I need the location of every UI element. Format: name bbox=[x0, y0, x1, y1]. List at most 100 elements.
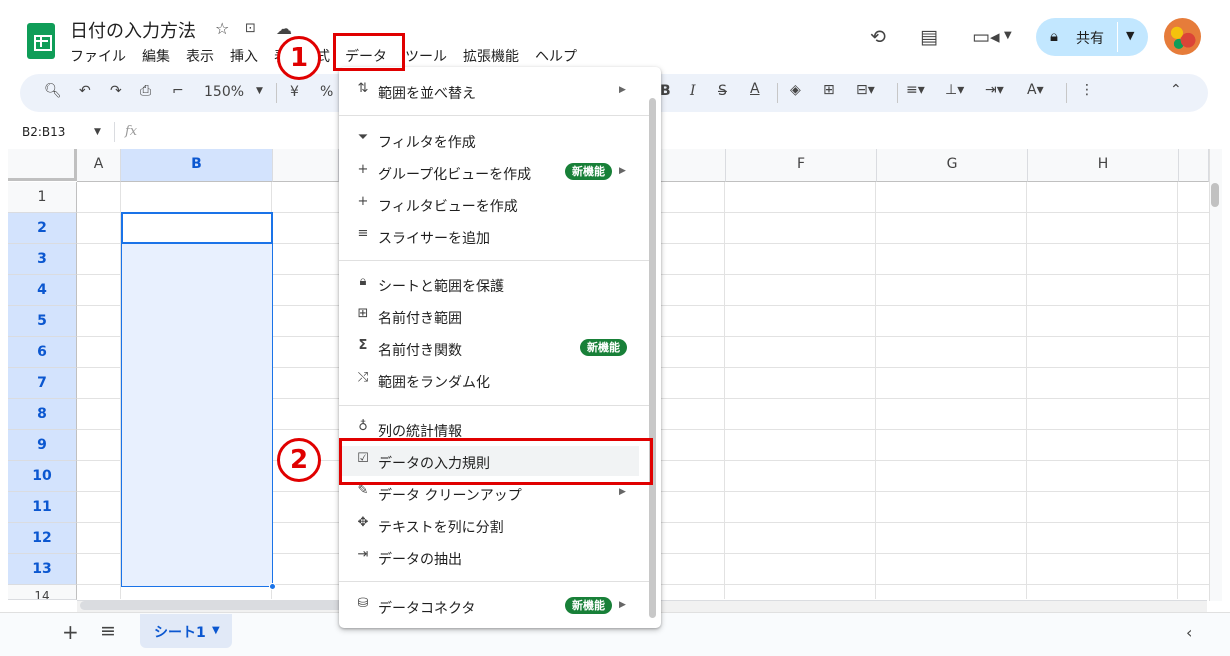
vertical-scroll-thumb[interactable] bbox=[1211, 183, 1219, 207]
select-all-corner[interactable] bbox=[8, 149, 77, 181]
document-title[interactable]: 日付の入力方法 bbox=[70, 17, 196, 43]
menu-item-label: 名前付き関数 bbox=[378, 343, 462, 359]
cloud-status-icon[interactable]: ☁ bbox=[276, 19, 292, 38]
menu-item-sort-range[interactable]: ⇅ 範囲を並べ替え ▶ bbox=[339, 76, 639, 106]
fill-handle[interactable] bbox=[269, 583, 276, 590]
row-header-12[interactable]: 12 bbox=[8, 523, 77, 554]
all-sheets-button[interactable]: ≡ bbox=[100, 620, 116, 642]
column-header-b[interactable]: B bbox=[121, 149, 273, 182]
merge-cells-icon[interactable]: ⊟▾ bbox=[856, 82, 875, 98]
column-header-a[interactable]: A bbox=[77, 149, 121, 182]
sort-icon: ⇅ bbox=[357, 81, 369, 96]
menu-tools[interactable]: ツール bbox=[405, 46, 447, 66]
column-header-h[interactable]: H bbox=[1028, 149, 1179, 182]
percent-format-button[interactable]: % bbox=[320, 84, 333, 100]
row-header-4[interactable]: 4 bbox=[8, 275, 77, 306]
row-header-3[interactable]: 3 bbox=[8, 244, 77, 275]
meet-icon[interactable]: ▭◂ bbox=[972, 26, 1000, 48]
bold-icon[interactable]: B bbox=[660, 83, 671, 99]
column-header-e[interactable] bbox=[661, 149, 726, 182]
menu-item-data-connectors[interactable]: ⛁ データコネクタ 新機能 ▶ bbox=[339, 591, 639, 621]
menu-item-protect-sheets[interactable]: 🔒︎ シートと範囲を保護 bbox=[339, 269, 639, 299]
text-color-icon[interactable]: A bbox=[750, 81, 760, 97]
add-sheet-button[interactable]: + bbox=[62, 620, 79, 644]
menu-file[interactable]: ファイル bbox=[70, 46, 126, 66]
column-header-g[interactable]: G bbox=[877, 149, 1028, 182]
row-header-1[interactable]: 1 bbox=[8, 182, 77, 213]
menu-item-split-text[interactable]: ✥ テキストを列に分割 bbox=[339, 510, 639, 540]
print-icon[interactable]: ⎙ bbox=[140, 83, 151, 99]
vertical-scrollbar[interactable] bbox=[1209, 149, 1222, 601]
fill-color-icon[interactable]: ◈ bbox=[790, 82, 801, 98]
menu-scrollbar[interactable] bbox=[649, 98, 656, 618]
zoom-caret-icon[interactable]: ▼ bbox=[256, 86, 263, 96]
row-header-2[interactable]: 2 bbox=[8, 213, 77, 244]
horizontal-scroll-thumb[interactable] bbox=[80, 601, 360, 610]
menu-item-label: スライサーを追加 bbox=[378, 231, 490, 247]
row-header-5[interactable]: 5 bbox=[8, 306, 77, 337]
menu-item-named-functions[interactable]: Σ 名前付き関数 新機能 bbox=[339, 333, 639, 363]
menu-item-create-filter-view[interactable]: + フィルタビューを作成 bbox=[339, 189, 639, 219]
menu-item-add-slicer[interactable]: ≡ スライサーを追加 bbox=[339, 221, 639, 251]
menu-item-create-group-view[interactable]: + グループ化ビューを作成 新機能 ▶ bbox=[339, 157, 639, 187]
menu-view[interactable]: 表示 bbox=[186, 46, 214, 66]
menu-edit[interactable]: 編集 bbox=[142, 46, 170, 66]
borders-icon[interactable]: ⊞ bbox=[823, 82, 835, 98]
italic-icon[interactable]: I bbox=[690, 83, 696, 99]
sheets-logo[interactable] bbox=[27, 23, 55, 59]
share-label: 共有 bbox=[1076, 31, 1104, 47]
row-header-6[interactable]: 6 bbox=[8, 337, 77, 368]
more-options-icon[interactable]: ⋮ bbox=[1080, 82, 1094, 98]
menu-divider bbox=[339, 405, 650, 406]
menu-item-named-ranges[interactable]: ⊞ 名前付き範囲 bbox=[339, 301, 639, 331]
share-dropdown-icon[interactable]: ▼ bbox=[1126, 29, 1134, 42]
history-icon[interactable]: ⟲ bbox=[870, 26, 886, 48]
column-header-c[interactable] bbox=[273, 149, 339, 182]
menu-item-data-extraction[interactable]: ⇥ データの抽出 bbox=[339, 542, 639, 572]
vertical-align-icon[interactable]: ⊥▾ bbox=[945, 82, 964, 98]
toolbar-divider bbox=[276, 83, 277, 103]
row-header-13[interactable]: 13 bbox=[8, 554, 77, 585]
menu-extensions[interactable]: 拡張機能 bbox=[463, 46, 519, 66]
row-header-9[interactable]: 9 bbox=[8, 430, 77, 461]
row-header-7[interactable]: 7 bbox=[8, 368, 77, 399]
comments-icon[interactable]: ▤ bbox=[920, 26, 938, 48]
menu-insert[interactable]: 挿入 bbox=[230, 46, 258, 66]
strikethrough-icon[interactable]: S̶ bbox=[718, 83, 727, 99]
avatar[interactable] bbox=[1164, 18, 1201, 55]
column-header-i[interactable] bbox=[1179, 149, 1209, 182]
menu-item-label: テキストを列に分割 bbox=[378, 520, 504, 536]
menu-item-label: グループ化ビューを作成 bbox=[378, 167, 532, 183]
menu-help[interactable]: ヘルプ bbox=[535, 46, 577, 66]
row-header-11[interactable]: 11 bbox=[8, 492, 77, 523]
active-cell-b2[interactable] bbox=[121, 212, 273, 244]
move-folder-icon[interactable]: ⊡ bbox=[245, 21, 256, 36]
zoom-select[interactable]: 150% bbox=[204, 84, 244, 100]
collapse-toolbar-icon[interactable]: ⌃ bbox=[1170, 82, 1182, 98]
row-header-8[interactable]: 8 bbox=[8, 399, 77, 430]
column-header-f[interactable]: F bbox=[726, 149, 877, 182]
row-header-14[interactable]: 14 bbox=[8, 585, 77, 600]
menu-item-label: データ クリーンアップ bbox=[378, 488, 522, 504]
star-icon[interactable]: ☆ bbox=[215, 19, 229, 38]
name-box-caret-icon[interactable]: ▼ bbox=[94, 127, 101, 137]
text-wrap-icon[interactable]: ⇥▾ bbox=[985, 82, 1004, 98]
redo-icon[interactable]: ↷ bbox=[110, 83, 122, 99]
paint-format-icon[interactable]: ⌐ bbox=[172, 83, 184, 99]
text-rotation-icon[interactable]: A▾ bbox=[1027, 82, 1044, 98]
share-button[interactable]: 🔒︎ 共有 ▼ bbox=[1036, 18, 1148, 56]
horizontal-align-icon[interactable]: ≡▾ bbox=[906, 82, 925, 98]
menu-item-create-filter[interactable]: ⏷ フィルタを作成 bbox=[339, 125, 639, 155]
menu-item-randomize-range[interactable]: ⤭ 範囲をランダム化 bbox=[339, 365, 639, 395]
name-box[interactable]: B2:B13 bbox=[22, 125, 65, 139]
search-menus-icon[interactable]: 🔍︎ bbox=[44, 83, 62, 99]
menu-item-label: 範囲をランダム化 bbox=[378, 375, 490, 391]
sheet-tab-caret-icon[interactable]: ▼ bbox=[212, 625, 220, 636]
selected-range-b2-b13[interactable] bbox=[121, 212, 273, 587]
undo-icon[interactable]: ↶ bbox=[79, 83, 91, 99]
side-panel-chevron-icon[interactable]: ‹ bbox=[1186, 623, 1192, 642]
row-header-10[interactable]: 10 bbox=[8, 461, 77, 492]
sheet-tab[interactable]: シート1 ▼ bbox=[140, 614, 232, 648]
meet-caret-icon[interactable]: ▼ bbox=[1004, 30, 1012, 41]
currency-format-button[interactable]: ¥ bbox=[290, 84, 299, 100]
